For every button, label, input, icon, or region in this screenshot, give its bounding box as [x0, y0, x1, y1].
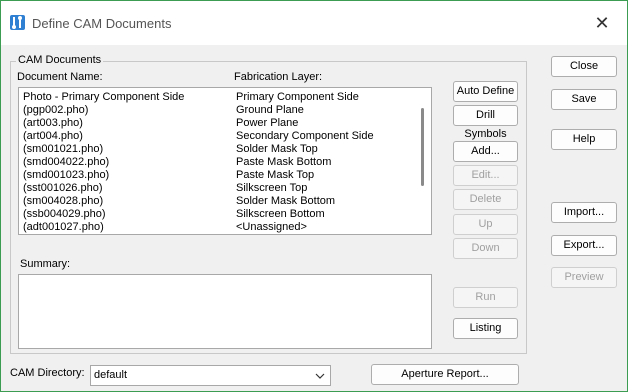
- close-icon[interactable]: ✕: [589, 11, 615, 35]
- fabrication-layer: Power Plane: [236, 117, 299, 129]
- document-row[interactable]: (sm004028.pho) Solder Mask Bottom: [23, 195, 419, 208]
- import-button[interactable]: Import...: [551, 202, 617, 223]
- cam-app-icon: [10, 15, 25, 30]
- window-title: Define CAM Documents: [32, 16, 172, 31]
- title-bar: Define CAM Documents ✕: [1, 1, 627, 45]
- summary-field[interactable]: [18, 274, 432, 349]
- chevron-down-icon[interactable]: [315, 366, 325, 385]
- run-button[interactable]: Run: [453, 287, 518, 308]
- document-row[interactable]: (art003.pho) Power Plane: [23, 117, 419, 130]
- define-cam-documents-dialog: Define CAM Documents ✕ CAM Documents Doc…: [0, 0, 628, 392]
- save-button[interactable]: Save: [551, 89, 617, 110]
- fabrication-layer: Ground Plane: [236, 104, 304, 116]
- document-name: (art004.pho): [23, 130, 83, 142]
- fabrication-layer: Paste Mask Bottom: [236, 156, 332, 168]
- help-button[interactable]: Help: [551, 129, 617, 150]
- document-name: (art003.pho): [23, 117, 83, 129]
- document-row[interactable]: (sm001021.pho) Solder Mask Top: [23, 143, 419, 156]
- document-name: Photo - Primary Component Side: [23, 91, 185, 103]
- fabrication-layer: Solder Mask Top: [236, 143, 318, 155]
- auto-define-button[interactable]: Auto Define: [453, 81, 518, 102]
- document-row[interactable]: (pgp002.pho) Ground Plane: [23, 104, 419, 117]
- cam-documents-group-label: CAM Documents: [16, 54, 104, 66]
- fabrication-layer: Solder Mask Bottom: [236, 195, 336, 207]
- document-name: (sst001026.pho): [23, 182, 103, 194]
- export-button[interactable]: Export...: [551, 235, 617, 256]
- fabrication-layer: Paste Mask Top: [236, 169, 315, 181]
- fabrication-layer-header: Fabrication Layer:: [234, 71, 323, 83]
- aperture-report-button[interactable]: Aperture Report...: [371, 364, 519, 385]
- delete-button[interactable]: Delete: [453, 189, 518, 210]
- fabrication-layer: Secondary Component Side: [236, 130, 374, 142]
- document-name: (pgp002.pho): [23, 104, 89, 116]
- preview-button[interactable]: Preview: [551, 267, 617, 288]
- edit-button[interactable]: Edit...: [453, 165, 518, 186]
- document-name: (smd001023.pho): [23, 169, 110, 181]
- up-button[interactable]: Up: [453, 214, 518, 235]
- cam-directory-value: default: [94, 369, 128, 381]
- fabrication-layer: Primary Component Side: [236, 91, 359, 103]
- cam-directory-select[interactable]: default: [90, 365, 331, 386]
- document-name: (sm004028.pho): [23, 195, 104, 207]
- document-row[interactable]: (art004.pho) Secondary Component Side: [23, 130, 419, 143]
- cam-documents-list[interactable]: Photo - Primary Component Side Primary Co…: [18, 87, 432, 235]
- close-button[interactable]: Close: [551, 56, 617, 77]
- document-name: (smd004022.pho): [23, 156, 110, 168]
- document-name-header: Document Name:: [17, 71, 103, 83]
- document-row[interactable]: Photo - Primary Component Side Primary Co…: [23, 91, 419, 104]
- listing-button[interactable]: Listing: [453, 318, 518, 339]
- drill-symbols-button[interactable]: Drill Symbols: [453, 105, 518, 140]
- cam-directory-label: CAM Directory:: [10, 367, 85, 379]
- document-row[interactable]: (ssb004029.pho) Silkscreen Bottom: [23, 208, 419, 221]
- fabrication-layer: <Unassigned>: [236, 221, 307, 233]
- summary-label: Summary:: [20, 258, 71, 270]
- document-row[interactable]: (smd004022.pho) Paste Mask Bottom: [23, 156, 419, 169]
- document-row[interactable]: (adt001027.pho) <Unassigned>: [23, 221, 419, 234]
- list-scrollbar-thumb[interactable]: [421, 108, 424, 186]
- add-button[interactable]: Add...: [453, 141, 518, 162]
- fabrication-layer: Silkscreen Bottom: [236, 208, 325, 220]
- document-row[interactable]: (smd001023.pho) Paste Mask Top: [23, 169, 419, 182]
- document-name: (sm001021.pho): [23, 143, 104, 155]
- document-name: (adt001027.pho): [23, 221, 104, 233]
- down-button[interactable]: Down: [453, 238, 518, 259]
- document-row[interactable]: (sst001026.pho) Silkscreen Top: [23, 182, 419, 195]
- document-name: (ssb004029.pho): [23, 208, 106, 220]
- fabrication-layer: Silkscreen Top: [236, 182, 308, 194]
